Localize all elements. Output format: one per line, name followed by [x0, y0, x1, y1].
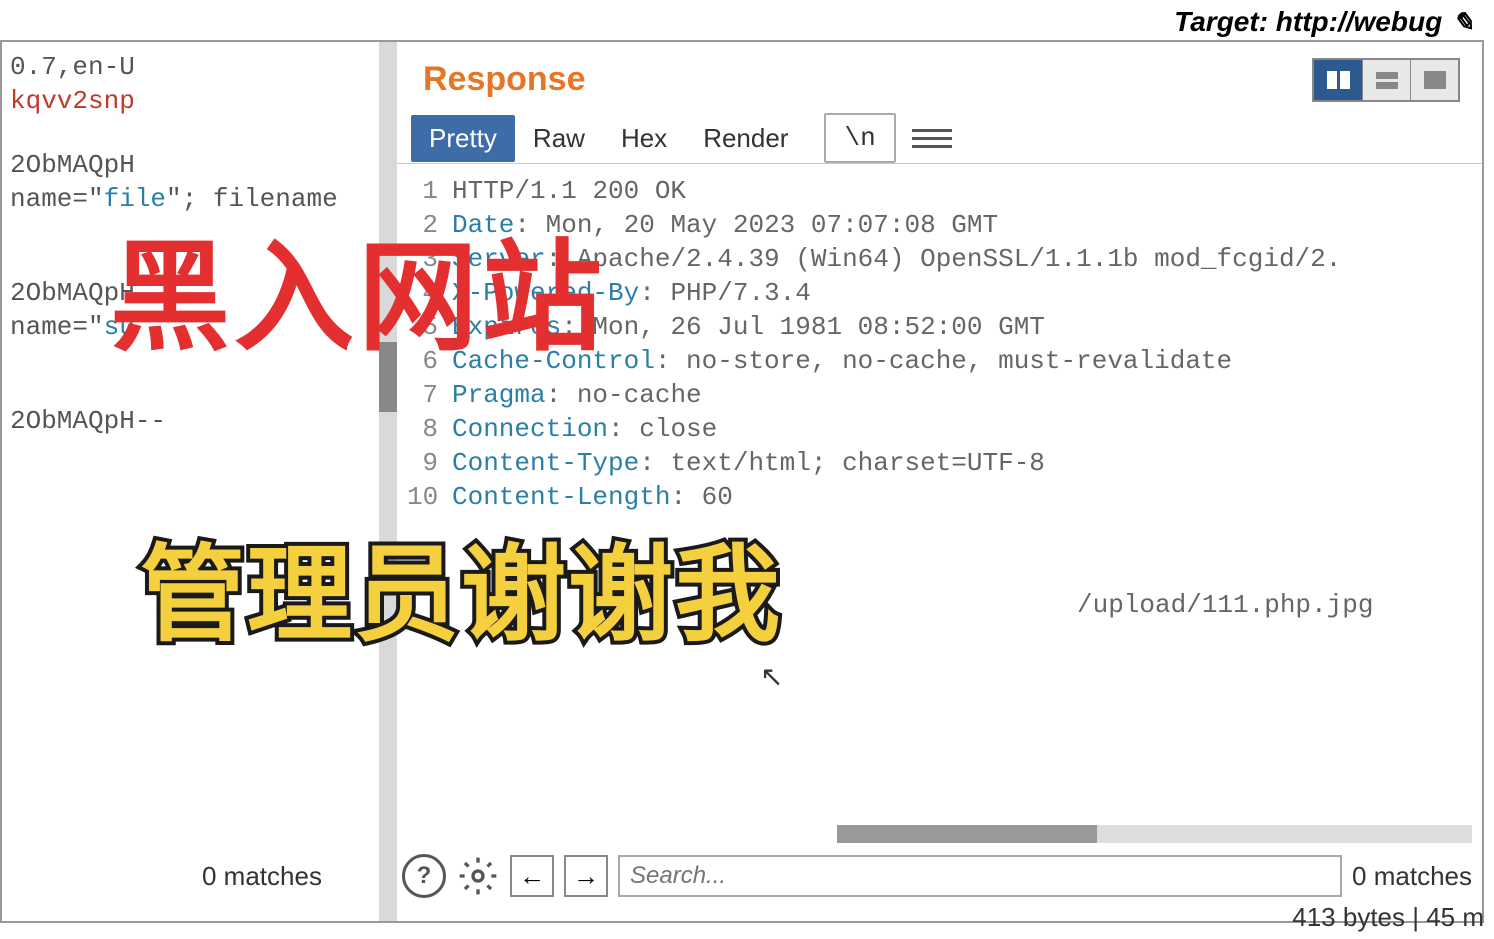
matches-right: 0 matches [1352, 861, 1472, 892]
view-split-horizontal[interactable] [1362, 60, 1410, 100]
cursor-icon: ↖ [760, 660, 783, 693]
view-mode-buttons [1312, 58, 1460, 102]
response-pane: Response Pretty Raw Hex Render \n 1HTTP/… [397, 42, 1482, 921]
tab-raw[interactable]: Raw [515, 115, 603, 162]
response-tabs: Pretty Raw Hex Render \n [397, 113, 1482, 164]
bottom-bar: 0 matches ? ← → 0 matches [2, 851, 1482, 901]
settings-gear-icon[interactable] [456, 854, 500, 898]
code-line: 9Content-Type: text/html; charset=UTF-8 [407, 446, 1482, 480]
code-line: 8Connection: close [407, 412, 1482, 446]
view-single[interactable] [1410, 60, 1458, 100]
toggle-newline[interactable]: \n [824, 113, 895, 163]
main-frame: 0.7,en-U kqvv2snp 2ObMAQpH name="file"; … [0, 40, 1484, 923]
code-line: 7Pragma: no-cache [407, 378, 1482, 412]
help-button[interactable]: ? [402, 854, 446, 898]
pencil-icon[interactable]: ✎ [1452, 7, 1474, 38]
overlay-text-yellow: 管理员谢谢我 [140, 510, 782, 662]
code-line: 10Content-Length: 60 [407, 480, 1482, 514]
hamburger-icon[interactable] [912, 120, 952, 156]
next-button[interactable]: → [564, 855, 608, 897]
prev-button[interactable]: ← [510, 855, 554, 897]
matches-left: 0 matches [202, 861, 322, 892]
view-split-vertical[interactable] [1314, 60, 1362, 100]
search-input[interactable] [618, 855, 1342, 897]
horizontal-scrollbar[interactable] [837, 825, 1472, 843]
tab-hex[interactable]: Hex [603, 115, 685, 162]
target-label: Target: http://webug ✎ [1174, 6, 1474, 38]
overlay-text-red: 黑入网站 [110, 200, 606, 374]
request-pane: 0.7,en-U kqvv2snp 2ObMAQpH name="file"; … [2, 42, 397, 921]
tab-pretty[interactable]: Pretty [411, 115, 515, 162]
left-scrollbar[interactable] [379, 42, 397, 921]
tab-render[interactable]: Render [685, 115, 806, 162]
